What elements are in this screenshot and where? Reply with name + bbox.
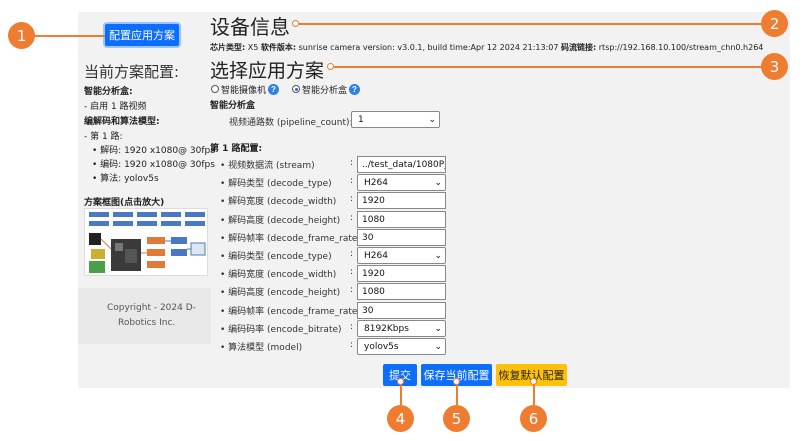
callout-badge-4: 4	[387, 405, 414, 432]
param-value: 30	[362, 306, 374, 316]
chip-type-label: 芯片类型:	[210, 43, 246, 52]
box-config-title: 智能分析盒:	[84, 87, 133, 97]
param-label: • 编码帧率 (encode_frame_rate):	[220, 307, 365, 317]
callout-4-line	[400, 385, 402, 405]
pipeline-count-value: 1	[358, 115, 364, 125]
channel-line: - 第 1 路:	[84, 132, 123, 142]
callout-5-dot	[453, 378, 460, 385]
chevron-down-icon: ⌄	[434, 251, 442, 261]
stream-link-value: rtsp://192.168.10.100/stream_chn0.h264	[598, 43, 764, 52]
codec-config-title: 编解码和算法模型:	[84, 117, 160, 127]
decode-line: • 解码: 1920 x1080@ 30fps	[92, 146, 215, 156]
software-version-label: 软件版本:	[260, 43, 297, 52]
param-select[interactable]: H264 ⌄	[357, 247, 446, 264]
param-separator: :	[350, 322, 354, 332]
callout-3-dot	[327, 63, 334, 70]
radio-smart-camera-label[interactable]: 智能摄像机	[221, 83, 266, 96]
param-value: 1920	[362, 196, 385, 206]
channel-heading: 第 1 路配置:	[210, 144, 263, 154]
callout-badge-3: 3	[761, 53, 788, 80]
algo-line: • 算法: yolov5s	[92, 174, 159, 184]
param-separator: :	[350, 213, 354, 223]
param-label: • 编码宽度 (encode_width)	[220, 270, 337, 280]
param-label: • 解码类型 (decode_type)	[220, 179, 332, 189]
callout-badge-6: 6	[520, 405, 547, 432]
param-separator: :	[350, 267, 354, 277]
current-config-title: 当前方案配置:	[84, 63, 180, 81]
radio-smart-box[interactable]	[292, 85, 300, 93]
copyright-line-1: Copyright - 2024 D-	[107, 303, 196, 313]
device-info-line: 芯片类型: X5 软件版本: sunrise camera version: v…	[210, 42, 763, 53]
param-label: • 解码高度 (decode_height)	[220, 216, 341, 226]
param-select[interactable]: yolov5s ⌄	[357, 338, 446, 355]
param-input[interactable]: 1080	[357, 211, 446, 228]
callout-6-line	[533, 385, 535, 405]
diagram-title: 方案框图(点击放大)	[84, 198, 165, 208]
param-separator: :	[350, 158, 354, 168]
param-separator: :	[350, 176, 354, 186]
callout-5-line	[456, 385, 458, 405]
software-version-value: sunrise camera version: v3.0.1, build ti…	[298, 43, 559, 52]
param-input[interactable]: 1080	[357, 283, 446, 300]
chevron-down-icon: ⌄	[434, 342, 442, 352]
param-label: • 算法模型 (model)	[220, 343, 303, 353]
solution-diagram-thumbnail[interactable]	[84, 208, 208, 276]
pipeline-count-select[interactable]: 1 ⌄	[351, 111, 440, 128]
param-value: 1080	[362, 287, 385, 297]
callout-badge-5: 5	[443, 405, 470, 432]
param-value: H264	[364, 251, 388, 261]
param-label: • 编码类型 (encode_type)	[220, 252, 332, 262]
param-input[interactable]: 30	[357, 302, 446, 319]
chevron-down-icon: ⌄	[434, 324, 442, 334]
chevron-down-icon: ⌄	[428, 115, 436, 125]
param-label: • 编码码率 (encode_bitrate)	[220, 325, 342, 335]
param-select[interactable]: 8192Kbps ⌄	[357, 320, 446, 337]
help-icon[interactable]: ?	[349, 84, 360, 95]
box-heading: 智能分析盒	[210, 101, 256, 111]
help-icon[interactable]: ?	[268, 84, 279, 95]
param-separator: :	[350, 340, 354, 350]
param-input[interactable]: 30	[357, 229, 446, 246]
param-select[interactable]: H264 ⌄	[357, 174, 446, 191]
encode-line: • 编码: 1920 x1080@ 30fps	[92, 160, 215, 170]
param-value: 1920	[362, 269, 385, 279]
sidebar-footer	[78, 288, 211, 344]
param-label: • 视频数据流 (stream)	[220, 161, 315, 171]
radio-smart-box-label[interactable]: 智能分析盒	[302, 83, 347, 96]
param-label: • 编码高度 (encode_height)	[220, 288, 341, 298]
stream-link-label: 码流链接:	[561, 43, 597, 52]
callout-badge-1: 1	[8, 22, 35, 49]
param-separator: :	[350, 285, 354, 295]
callout-badge-2: 2	[761, 10, 788, 37]
box-config-line: - 启用 1 路视频	[84, 102, 147, 112]
param-label: • 解码宽度 (decode_width)	[220, 197, 337, 207]
param-value: H264	[364, 178, 388, 188]
callout-2-line	[299, 23, 761, 25]
param-input[interactable]: ../test_data/1080P_test	[357, 156, 446, 173]
callout-4-dot	[397, 378, 404, 385]
param-value: ../test_data/1080P_test	[362, 160, 445, 170]
param-label: • 解码帧率 (decode_frame_rate):	[220, 234, 365, 244]
radio-smart-camera[interactable]	[211, 85, 219, 93]
copyright-line-2: Robotics Inc.	[118, 318, 176, 328]
param-input[interactable]: 1920	[357, 192, 446, 209]
param-value: 30	[362, 233, 374, 243]
callout-2-dot	[292, 20, 299, 27]
callout-1-line	[33, 35, 105, 37]
callout-6-dot	[530, 378, 537, 385]
chip-type-value: X5	[247, 43, 259, 52]
solution-title: 选择应用方案	[210, 60, 325, 82]
chevron-down-icon: ⌄	[434, 178, 442, 188]
device-info-title: 设备信息	[210, 15, 290, 39]
param-separator: :	[350, 194, 354, 204]
param-separator: :	[350, 249, 354, 259]
config-solution-button[interactable]: 配置应用方案	[105, 24, 179, 46]
param-value: yolov5s	[364, 342, 399, 352]
param-input[interactable]: 1920	[357, 265, 446, 282]
param-value: 8192Kbps	[364, 324, 409, 334]
param-value: 1080	[362, 215, 385, 225]
callout-3-line	[334, 66, 762, 68]
pipeline-count-label: 视频通路数 (pipeline_count):	[229, 118, 353, 128]
